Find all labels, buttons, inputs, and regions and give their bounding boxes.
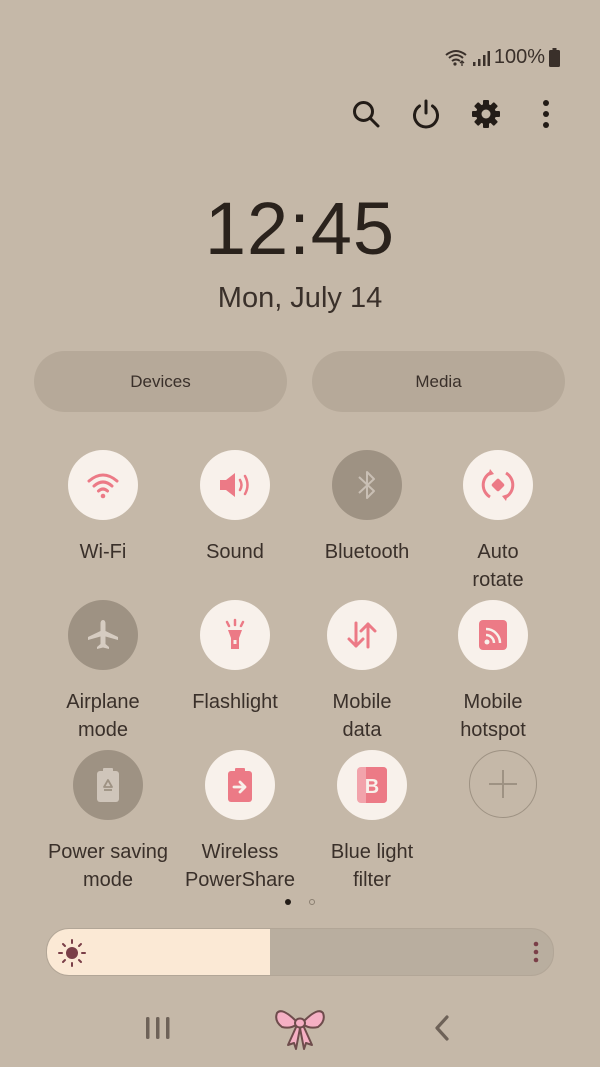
tile-label: Sound [206,541,264,563]
signal-icon [472,50,490,66]
tile-wifi[interactable]: Wi-Fi [37,450,169,566]
wifi-icon [445,49,467,66]
brightness-slider[interactable] [46,928,554,976]
settings-button[interactable] [464,92,508,136]
flashlight-icon [225,618,245,649]
more-options-button[interactable] [524,92,568,136]
recents-button[interactable] [128,1000,188,1056]
blue-light-filter-icon: B [357,767,387,803]
mobile-data-icon [347,621,377,649]
tile-sound[interactable]: Sound [169,450,301,566]
tile-blue-light-filter[interactable]: B Blue light filter [306,750,438,894]
media-button[interactable]: Media [312,351,565,412]
recents-icon [146,1017,170,1039]
home-button[interactable] [270,1000,330,1056]
sound-icon [220,473,249,497]
back-button[interactable] [412,1000,472,1056]
brightness-more-icon[interactable] [533,941,539,963]
tile-label: Mobile hotspot [460,691,526,741]
tile-auto-rotate[interactable]: Auto rotate [432,450,564,594]
tile-airplane-mode[interactable]: Airplane mode [37,600,169,744]
tile-mobile-data[interactable]: Mobile data [296,600,428,744]
tile-label: Wireless PowerShare [184,841,296,891]
bow-home-icon [275,1010,325,1050]
tile-flashlight[interactable]: Flashlight [169,600,301,716]
add-tile-button[interactable] [437,750,569,818]
clock-time: 12:45 [204,187,396,270]
tile-label: Mobile data [332,691,392,741]
tile-bluetooth[interactable]: Bluetooth [301,450,433,566]
battery-percent: 100% [493,46,545,68]
svg-text:B: B [365,776,379,798]
page-indicator [0,899,600,905]
search-button[interactable] [344,92,388,136]
clock-date: Mon, July 14 [217,282,383,314]
back-icon [435,1015,449,1041]
gear-icon [472,100,500,128]
power-saving-icon [97,768,119,802]
tile-label: Airplane mode [66,691,140,741]
tile-label: Wi-Fi [79,541,127,563]
wifi-icon [87,473,119,499]
hotspot-icon [479,620,507,650]
tile-label: Blue light filter [330,841,414,891]
auto-rotate-icon [481,469,515,501]
power-icon [413,99,439,129]
tile-label: Bluetooth [324,541,410,563]
airplane-icon [88,620,118,649]
battery-icon [549,48,560,67]
search-icon [353,101,380,128]
tile-label: Power saving mode [47,841,169,891]
tile-power-saving-mode[interactable]: Power saving mode [42,750,174,894]
tile-label: Flashlight [192,691,278,713]
tile-wireless-powershare[interactable]: Wireless PowerShare [174,750,306,894]
wireless-powershare-icon [228,768,252,802]
quick-panel-actions [340,92,570,136]
devices-button[interactable]: Devices [34,351,287,412]
tile-mobile-hotspot[interactable]: Mobile hotspot [427,600,559,744]
more-vertical-icon [543,100,549,128]
tile-label: Auto rotate [472,541,524,591]
page-dot-active[interactable] [285,899,291,905]
brightness-sun-icon [58,939,86,967]
page-dot-inactive[interactable] [309,899,315,905]
status-bar: 100% [444,46,560,69]
bluetooth-icon [358,471,375,499]
power-button[interactable] [404,92,448,136]
add-icon [489,770,517,798]
